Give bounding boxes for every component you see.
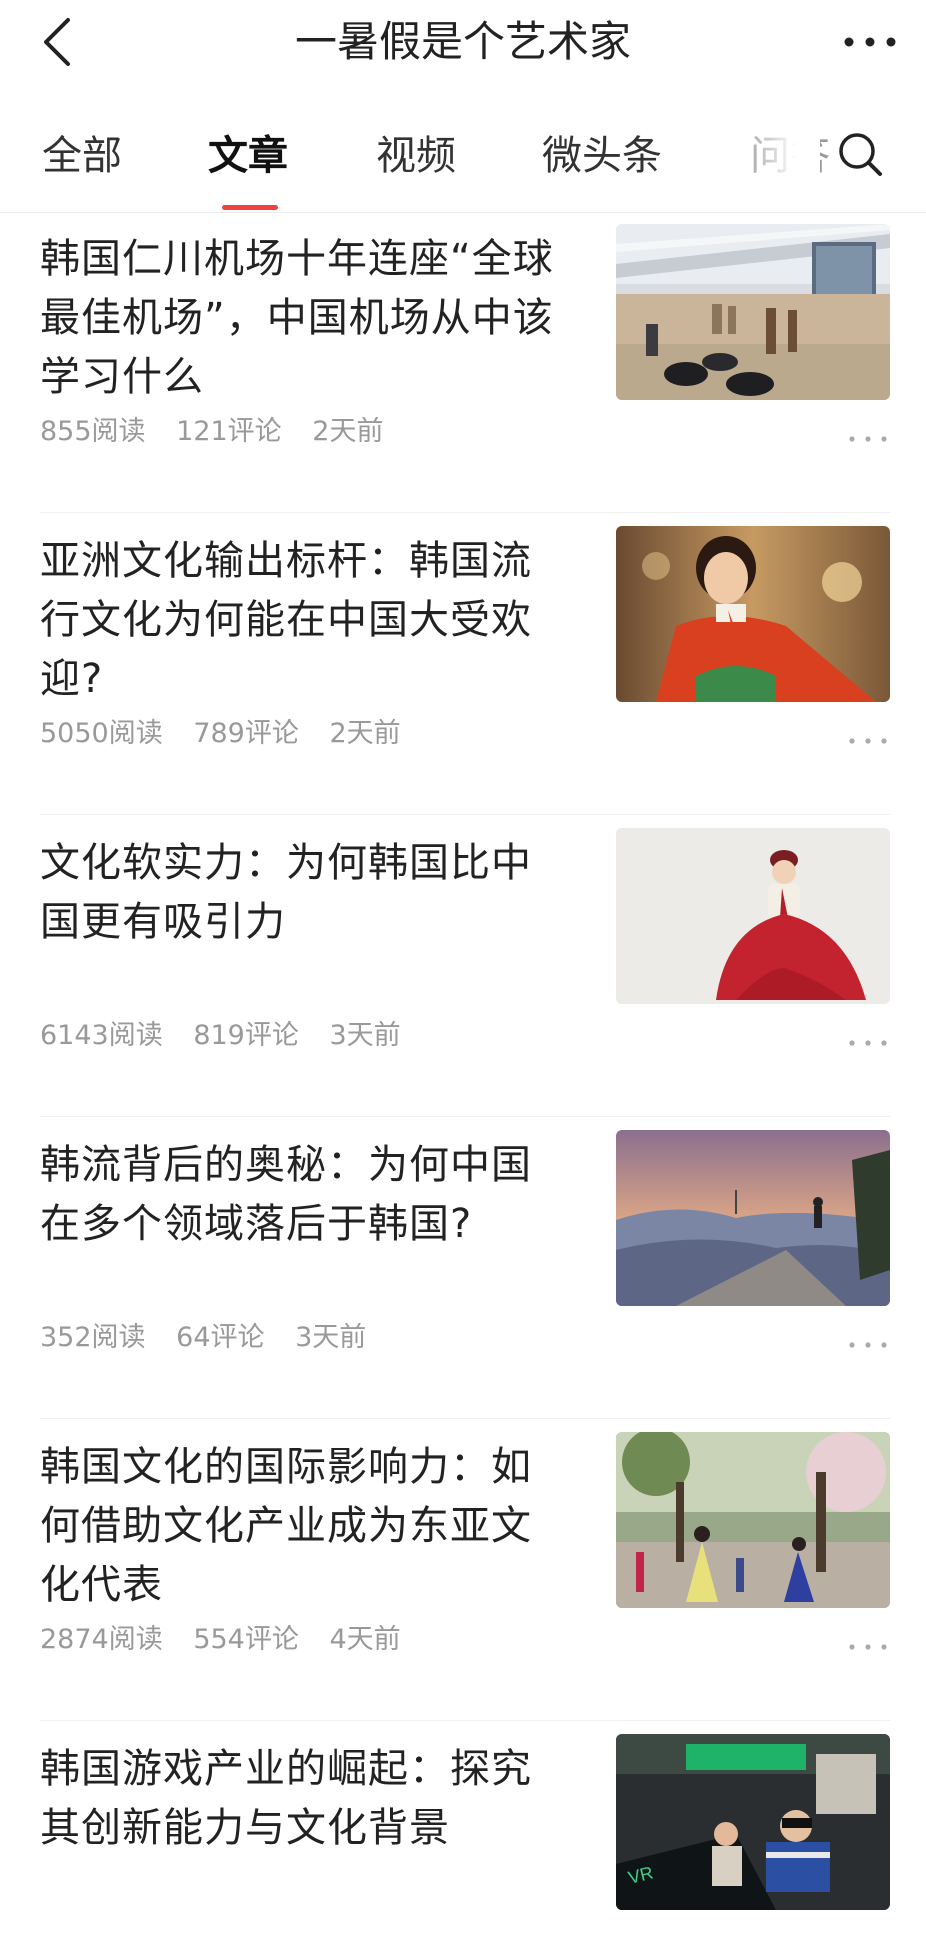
publish-time: 2天前 [329, 718, 401, 749]
article-more-button[interactable] [846, 1028, 890, 1058]
article-meta: 855阅读 121评论 2天前 [40, 412, 405, 452]
article-item[interactable]: 文化软实力：为何韩国比中国更有吸引力 6143阅读 819评论 3天前 [40, 816, 890, 1117]
hanbok-doll-photo [616, 526, 890, 702]
read-count: 2874阅读 [40, 1624, 163, 1655]
publish-time: 3天前 [295, 1322, 367, 1353]
search-icon [839, 133, 882, 176]
article-more-button[interactable] [846, 726, 890, 756]
tab-videos[interactable]: 视频 [376, 128, 456, 184]
article-title: 文化软实力：为何韩国比中国更有吸引力 [40, 840, 532, 945]
article-item[interactable]: 韩国文化的国际影响力：如何借助文化产业成为东亚文化代表 2874阅读 554评论… [40, 1420, 890, 1721]
article-meta: 5050阅读 789评论 2天前 [40, 714, 423, 754]
article-title: 韩流背后的奥秘：为何中国在多个领域落后于韩国? [40, 1142, 532, 1247]
tab-all[interactable]: 全部 [42, 128, 122, 184]
article-meta: 2874阅读 554评论 4天前 [40, 1620, 423, 1660]
more-dots-icon [849, 436, 887, 442]
article-more-button[interactable] [846, 1632, 890, 1662]
hanbok-park-photo [616, 1432, 890, 1608]
publish-time: 3天前 [329, 1020, 401, 1051]
read-count: 6143阅读 [40, 1020, 163, 1051]
more-dots-icon [849, 1040, 887, 1046]
read-count: 855阅读 [40, 416, 146, 447]
article-item[interactable]: 韩国仁川机场十年连座“全球最佳机场”，中国机场从中该学习什么 855阅读 121… [40, 212, 890, 513]
more-button[interactable] [838, 14, 902, 70]
article-more-button[interactable] [846, 1330, 890, 1360]
back-button[interactable] [32, 14, 82, 70]
comment-count: 819评论 [193, 1020, 299, 1051]
article-meta: 352阅读 64评论 3天前 [40, 1318, 388, 1358]
read-count: 352阅读 [40, 1322, 146, 1353]
airport-terminal-photo [616, 224, 890, 400]
article-title: 韩国文化的国际影响力：如何借助文化产业成为东亚文化代表 [40, 1444, 532, 1608]
seoul-city-view-photo [616, 1130, 890, 1306]
article-title: 韩国仁川机场十年连座“全球最佳机场”，中国机场从中该学习什么 [40, 236, 554, 400]
search-button[interactable] [830, 124, 890, 184]
article-meta: 6143阅读 819评论 3天前 [40, 1016, 423, 1056]
article-item[interactable]: 韩流背后的奥秘：为何中国在多个领域落后于韩国? 352阅读 64评论 3天前 [40, 1118, 890, 1419]
article-title: 亚洲文化输出标杆：韩国流行文化为何能在中国大受欢迎? [40, 538, 532, 702]
read-count: 5050阅读 [40, 718, 163, 749]
comment-count: 64评论 [176, 1322, 265, 1353]
article-feed: 韩国仁川机场十年连座“全球最佳机场”，中国机场从中该学习什么 855阅读 121… [0, 212, 926, 1941]
more-dots-icon [849, 1644, 887, 1650]
article-more-button[interactable] [846, 424, 890, 454]
comment-count: 121评论 [176, 416, 282, 447]
publish-time: 4天前 [329, 1624, 401, 1655]
tab-articles[interactable]: 文章 [208, 128, 288, 184]
back-chevron-icon [44, 18, 70, 66]
article-list-page: 一暑假是个艺术家 全部 文章 视频 微头条 问答 韩国仁川机场十年连座“全球最佳… [0, 0, 926, 1941]
tab-fade-overlay [740, 110, 820, 200]
title-bar: 一暑假是个艺术家 [0, 0, 926, 82]
article-item[interactable]: 韩国游戏产业的崛起：探究其创新能力与文化背景 VR [40, 1722, 890, 1941]
comment-count: 554评论 [193, 1624, 299, 1655]
more-dots-icon [849, 738, 887, 744]
active-tab-indicator [222, 205, 278, 210]
article-meta [40, 1922, 106, 1941]
tab-micro-posts[interactable]: 微头条 [542, 128, 662, 184]
more-dots-icon [849, 1342, 887, 1348]
article-item[interactable]: 亚洲文化输出标杆：韩国流行文化为何能在中国大受欢迎? 5050阅读 789评论 … [40, 514, 890, 815]
more-dots-icon [844, 37, 896, 47]
vr-arcade-photo: VR [616, 1734, 890, 1910]
page-title: 一暑假是个艺术家 [294, 17, 631, 66]
article-title: 韩国游戏产业的崛起：探究其创新能力与文化背景 [40, 1746, 532, 1851]
woman-in-hanbok-photo [616, 828, 890, 1004]
publish-time: 2天前 [312, 416, 384, 447]
comment-count: 789评论 [193, 718, 299, 749]
